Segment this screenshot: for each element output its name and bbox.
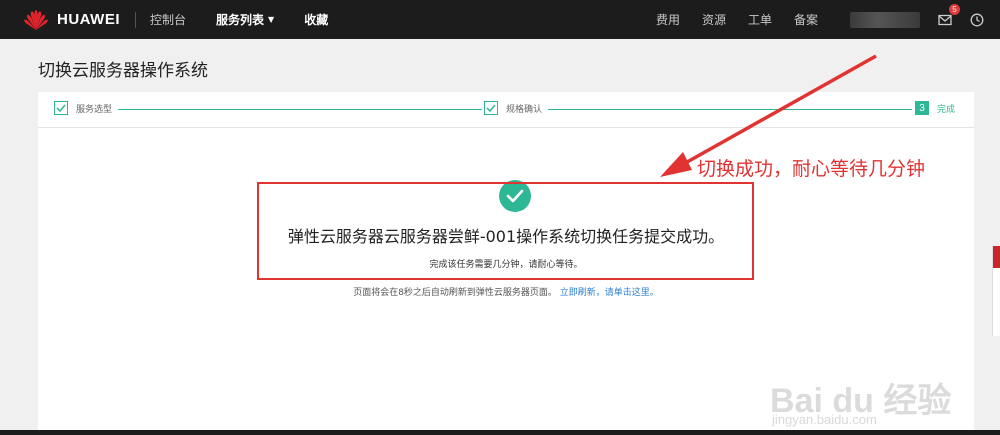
mail-button[interactable]: 5 — [936, 3, 960, 29]
step-connector — [548, 109, 912, 110]
step-number: 3 — [915, 101, 929, 115]
nav-service-list-label: 服务列表 — [216, 13, 265, 27]
nav-divider — [135, 11, 136, 28]
check-icon — [54, 101, 68, 115]
step-service-selection: 服务选型 — [54, 101, 112, 115]
refresh-now-link[interactable]: 立即刷新，请单击这里。 — [560, 288, 659, 298]
nav-icp-link[interactable]: 备案 — [794, 11, 818, 28]
step-complete: 3 完成 — [915, 101, 955, 115]
step-label: 规格确认 — [506, 104, 543, 115]
check-icon — [484, 101, 498, 115]
clock-button[interactable] — [968, 11, 986, 29]
annotation-highlight-box — [257, 182, 754, 280]
brand-name: HUAWEI — [57, 11, 120, 28]
nav-tickets-link[interactable]: 工单 — [748, 11, 772, 28]
page-title: 切换云服务器操作系统 — [38, 61, 208, 81]
brand-logo[interactable]: HUAWEI — [22, 0, 120, 39]
nav-billing-link[interactable]: 费用 — [656, 11, 680, 28]
annotation-text: 切换成功，耐心等待几分钟 — [697, 158, 926, 180]
huawei-logo-icon — [24, 9, 48, 30]
step-connector — [118, 109, 482, 110]
progress-steps: 服务选型 规格确认 3 完成 — [38, 92, 974, 128]
user-account-blurred[interactable] — [850, 11, 920, 28]
step-label: 服务选型 — [76, 104, 113, 115]
redirect-text: 页面将会在8秒之后自动刷新到弹性云服务器页面。 — [353, 288, 557, 298]
nav-service-list-menu[interactable]: 服务列表 ▼ — [216, 11, 274, 28]
nav-resources-link[interactable]: 资源 — [702, 11, 726, 28]
feedback-side-tab[interactable] — [992, 246, 1000, 336]
bottom-bar — [0, 430, 1000, 435]
nav-favorites-link[interactable]: 收藏 — [304, 11, 328, 28]
redirect-notice: 页面将会在8秒之后自动刷新到弹性云服务器页面。 立即刷新，请单击这里。 — [38, 285, 974, 298]
step-spec-confirm: 规格确认 — [484, 101, 542, 115]
mail-badge: 5 — [949, 3, 960, 15]
chevron-down-icon: ▼ — [268, 15, 275, 24]
step-label: 完成 — [937, 104, 956, 115]
mail-icon — [938, 14, 952, 25]
top-nav: HUAWEI 控制台 服务列表 ▼ 收藏 费用 资源 工单 备案 5 — [0, 0, 1000, 39]
nav-console-link[interactable]: 控制台 — [150, 11, 186, 28]
side-tab-accent — [993, 246, 1000, 268]
baidu-watermark-url: jingyan.baidu.com — [772, 412, 877, 427]
nav-right-group: 费用 资源 工单 备案 5 — [656, 0, 1000, 39]
clock-icon — [970, 13, 984, 26]
